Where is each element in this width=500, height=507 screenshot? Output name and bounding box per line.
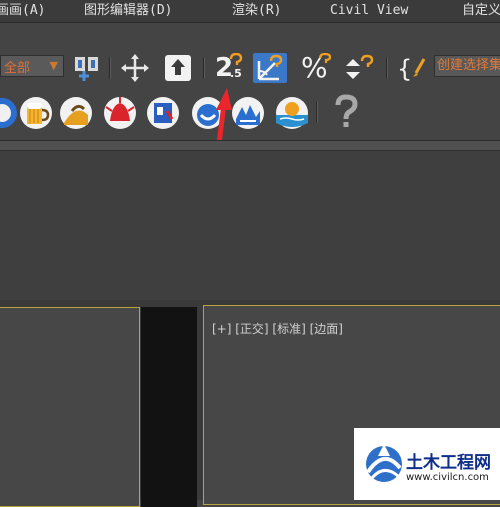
edit-named-selection-button[interactable]: { <box>394 53 428 83</box>
beer-mug-icon <box>20 97 52 129</box>
question-mark-icon <box>335 94 358 127</box>
ribbon-panel <box>0 150 500 301</box>
ribbon-divider <box>0 140 500 150</box>
select-and-place-button[interactable] <box>162 53 196 83</box>
render-production-button[interactable] <box>102 93 138 133</box>
move-button[interactable] <box>118 53 152 83</box>
menu-rendering[interactable]: 渲染(R) <box>232 0 281 22</box>
move-icon <box>121 54 149 82</box>
selection-filter-value: 全部 <box>4 61 31 76</box>
material-editor-button[interactable] <box>18 93 54 133</box>
main-toolbar: 全部 ▼ 2 .5 % {创建选择集 <box>0 45 500 91</box>
angle-snap-icon <box>257 54 283 81</box>
viewport-gap <box>141 307 197 507</box>
question-magnet-icon <box>229 53 243 65</box>
question-icon <box>318 53 332 63</box>
watermark-name: 土木工程网 <box>406 453 491 473</box>
menu-bar: 画画(A) 图形编辑器(D) 渲染(R) Civil View 自定义 <box>0 0 500 23</box>
render-teapot-icon <box>60 97 92 129</box>
civilcn-logo-icon <box>366 444 402 482</box>
curly-braces-icon: { <box>397 55 426 83</box>
secondary-toolbar <box>0 93 500 139</box>
frame-window-icon <box>147 97 179 129</box>
menu-customize[interactable]: 自定义 <box>462 0 500 22</box>
snap-toggle-button[interactable]: 2 .5 <box>212 53 246 83</box>
teapot-icon <box>0 98 17 128</box>
online-help-button[interactable] <box>274 93 310 133</box>
help-button[interactable] <box>328 93 364 133</box>
render-setup-button[interactable] <box>0 93 18 133</box>
red-teapot-icon <box>104 97 136 129</box>
render-frame-button[interactable] <box>58 93 94 133</box>
selection-filter-dropdown[interactable]: 全部 ▼ <box>0 55 64 77</box>
sunset-water-icon <box>276 97 308 129</box>
upload-icon <box>165 55 191 81</box>
svg-text:{: { <box>397 55 412 83</box>
snap-25-sub: .5 <box>230 67 242 80</box>
percent-snap-button[interactable]: % <box>298 51 332 84</box>
select-link-icon <box>75 57 98 81</box>
angle-snap-button[interactable] <box>253 53 287 83</box>
spinner-snap-button[interactable] <box>342 53 376 83</box>
menu-animation[interactable]: 画画(A) <box>0 0 45 22</box>
viewport-label[interactable]: [+] [正交] [标准] [边面] <box>212 320 343 337</box>
watermark-logo: 土木工程网 www.civilcn.com <box>354 428 500 500</box>
spinner-snap-icon <box>346 54 374 79</box>
watermark-url: www.civilcn.com <box>406 472 489 483</box>
chevron-down-icon: ▼ <box>49 59 58 72</box>
viewport-left[interactable] <box>0 307 140 507</box>
menu-civil-view[interactable]: Civil View <box>330 0 408 22</box>
render-iterative-button[interactable] <box>145 93 181 133</box>
menu-graph-editors[interactable]: 图形编辑器(D) <box>84 0 172 22</box>
named-selection-input[interactable]: 创建选择集 <box>434 55 500 77</box>
select-and-link-button[interactable] <box>70 53 104 83</box>
